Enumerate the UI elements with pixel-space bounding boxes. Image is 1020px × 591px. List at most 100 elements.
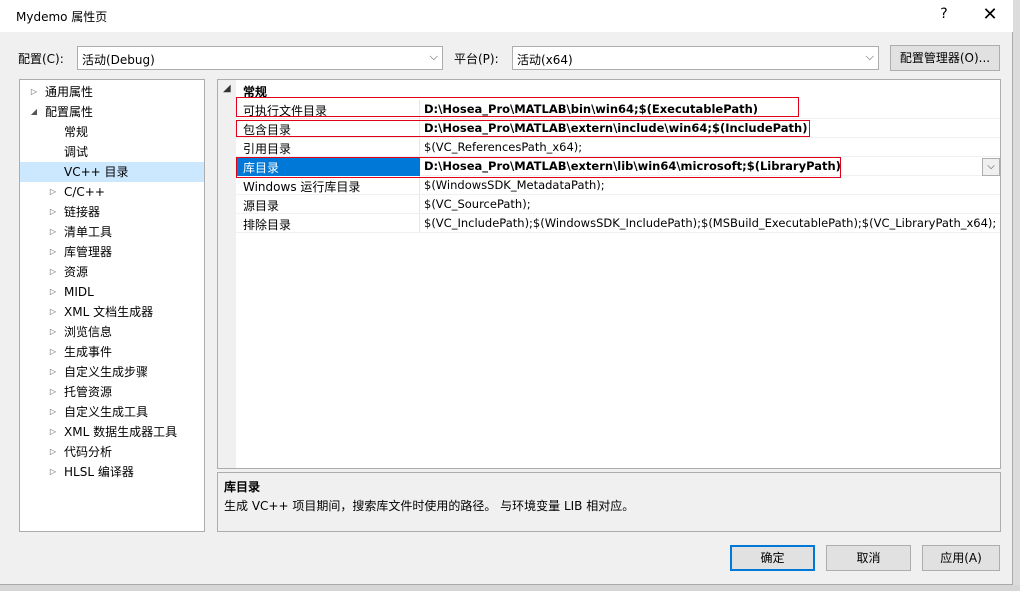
property-row[interactable]: 可执行文件目录 D:\Hosea_Pro\MATLAB\bin\win64;$(E… xyxy=(236,100,1000,119)
property-pages-dialog: Mydemo 属性页 ? ✕ 配置(C): 活动(Debug) ⌵ 平台(P):… xyxy=(0,0,1013,585)
expand-triangle-icon[interactable]: ▷ xyxy=(48,382,58,402)
expand-triangle-icon[interactable]: ▷ xyxy=(48,362,58,382)
property-row[interactable]: 引用目录 $(VC_ReferencesPath_x64); xyxy=(236,138,1000,157)
grid-gutter xyxy=(218,80,236,468)
tree-item[interactable]: ▷ 资源 xyxy=(20,262,204,282)
tree-item-label: 调试 xyxy=(64,145,89,159)
expand-triangle-icon[interactable]: ▷ xyxy=(48,322,58,342)
tree-item-label: HLSL 编译器 xyxy=(64,465,134,479)
tree-item-label: 常规 xyxy=(64,125,89,139)
expand-triangle-icon[interactable]: ▷ xyxy=(48,402,58,422)
tree-item-label: 浏览信息 xyxy=(64,325,113,339)
property-row[interactable]: 源目录 $(VC_SourcePath); xyxy=(236,195,1000,214)
expand-triangle-icon[interactable]: ▷ xyxy=(48,442,58,462)
property-grid: ◢ 常规 可执行文件目录 D:\Hosea_Pro\MATLAB\bin\win6… xyxy=(217,79,1001,469)
platform-combo[interactable]: 活动(x64) ⌵ xyxy=(512,46,879,70)
property-name: 库目录 xyxy=(243,161,280,175)
apply-button[interactable]: 应用(A) xyxy=(922,545,1000,571)
tree-item[interactable]: ▷ 生成事件 xyxy=(20,342,204,362)
property-value[interactable]: $(WindowsSDK_MetadataPath); xyxy=(424,178,605,192)
tree-item[interactable]: ▷ 托管资源 xyxy=(20,382,204,402)
expand-triangle-icon[interactable]: ▷ xyxy=(48,242,58,262)
expand-triangle-icon[interactable]: ▷ xyxy=(29,82,39,102)
property-name: Windows 运行库目录 xyxy=(243,180,361,194)
expand-triangle-icon[interactable]: ▷ xyxy=(48,222,58,242)
property-row[interactable]: 库目录 D:\Hosea_Pro\MATLAB\extern\lib\win64\… xyxy=(236,157,1000,176)
category-row[interactable]: ◢ 常规 xyxy=(218,81,1000,100)
tree-item[interactable]: ▷ 自定义生成工具 xyxy=(20,402,204,422)
tree-item-label: 托管资源 xyxy=(64,385,113,399)
close-button[interactable]: ✕ xyxy=(980,4,1000,26)
property-row[interactable]: 排除目录 $(VC_IncludePath);$(WindowsSDK_Inclu… xyxy=(236,214,1000,233)
property-value[interactable]: $(VC_SourcePath); xyxy=(424,197,531,211)
tree-item[interactable]: ▷ 清单工具 xyxy=(20,222,204,242)
platform-value: 活动(x64) xyxy=(517,53,573,67)
expand-triangle-icon[interactable]: ▷ xyxy=(48,182,58,202)
tree-item[interactable]: VC++ 目录 xyxy=(20,162,204,182)
tree-item[interactable]: ▷ XML 数据生成器工具 xyxy=(20,422,204,442)
expand-triangle-icon[interactable]: ▷ xyxy=(48,202,58,222)
expand-triangle-icon[interactable]: ▷ xyxy=(48,262,58,282)
category-label: 常规 xyxy=(243,85,268,99)
tree-item[interactable]: ▷ 库管理器 xyxy=(20,242,204,262)
tree-item[interactable]: ▷ 通用属性 xyxy=(20,82,204,102)
tree-item-label: XML 数据生成器工具 xyxy=(64,425,178,439)
expand-triangle-icon[interactable]: ▷ xyxy=(48,422,58,442)
property-name: 排除目录 xyxy=(243,218,292,232)
tree-item-label: 生成事件 xyxy=(64,345,113,359)
chevron-down-icon: ⌵ xyxy=(865,50,874,63)
tree-item-label: MIDL xyxy=(64,285,94,299)
expand-triangle-icon[interactable]: ▷ xyxy=(48,282,58,302)
property-row[interactable]: 包含目录 D:\Hosea_Pro\MATLAB\extern\include\w… xyxy=(236,119,1000,138)
tree-item[interactable]: ▷ 链接器 xyxy=(20,202,204,222)
expand-triangle-icon[interactable]: ▷ xyxy=(48,462,58,482)
expand-triangle-icon[interactable]: ▷ xyxy=(48,342,58,362)
expand-triangle-icon[interactable]: ◢ xyxy=(29,102,39,122)
tree-item[interactable]: ▷ MIDL xyxy=(20,282,204,302)
platform-label: 平台(P): xyxy=(454,52,499,66)
tree-item[interactable]: 常规 xyxy=(20,122,204,142)
property-tree: ▷ 通用属性 ◢ 配置属性 常规 调试 VC++ 目录 ▷ C/C++ ▷ 链接器 ▷ 清单工具 ▷ 库管理… xyxy=(19,79,205,532)
property-value[interactable]: $(VC_IncludePath);$(WindowsSDK_IncludePa… xyxy=(424,216,996,230)
dropdown-arrow-button[interactable]: ⌵ xyxy=(982,158,1000,176)
tree-item[interactable]: ▷ 自定义生成步骤 xyxy=(20,362,204,382)
description-text: 生成 VC++ 项目期间，搜索库文件时使用的路径。 与环境变量 LIB 相对应。 xyxy=(224,499,635,513)
tree-item-label: 通用属性 xyxy=(45,85,94,99)
tree-item-label: 链接器 xyxy=(64,205,101,219)
property-value[interactable]: D:\Hosea_Pro\MATLAB\extern\include\win64… xyxy=(424,121,807,135)
property-name: 源目录 xyxy=(243,199,280,213)
tree-item-label: VC++ 目录 xyxy=(64,165,129,179)
description-panel: 库目录 生成 VC++ 项目期间，搜索库文件时使用的路径。 与环境变量 LIB … xyxy=(217,472,1001,532)
property-value[interactable]: D:\Hosea_Pro\MATLAB\bin\win64;$(Executab… xyxy=(424,102,758,116)
help-button[interactable]: ? xyxy=(936,6,952,22)
tree-item-label: 配置属性 xyxy=(45,105,94,119)
property-name: 包含目录 xyxy=(243,123,292,137)
tree-item-label: XML 文档生成器 xyxy=(64,305,154,319)
collapse-triangle-icon[interactable]: ◢ xyxy=(223,83,231,94)
property-value[interactable]: $(VC_ReferencesPath_x64); xyxy=(424,140,582,154)
property-row[interactable]: Windows 运行库目录 $(WindowsSDK_MetadataPath); xyxy=(236,176,1000,195)
tree-item[interactable]: ▷ HLSL 编译器 xyxy=(20,462,204,482)
ok-button[interactable]: 确定 xyxy=(730,545,815,571)
tree-item[interactable]: 调试 xyxy=(20,142,204,162)
configuration-manager-button[interactable]: 配置管理器(O)... xyxy=(890,45,1000,71)
property-name: 可执行文件目录 xyxy=(243,104,328,118)
expand-triangle-icon[interactable]: ▷ xyxy=(48,302,58,322)
configuration-combo[interactable]: 活动(Debug) ⌵ xyxy=(77,46,443,70)
tree-item-label: 自定义生成工具 xyxy=(64,405,149,419)
configuration-label: 配置(C): xyxy=(18,52,64,66)
cancel-button[interactable]: 取消 xyxy=(826,545,911,571)
tree-item-label: 代码分析 xyxy=(64,445,113,459)
tree-item[interactable]: ▷ 代码分析 xyxy=(20,442,204,462)
configuration-value: 活动(Debug) xyxy=(82,53,155,67)
property-value[interactable]: D:\Hosea_Pro\MATLAB\extern\lib\win64\mic… xyxy=(424,159,841,173)
tree-item[interactable]: ▷ C/C++ xyxy=(20,182,204,202)
tree-item-label: 资源 xyxy=(64,265,89,279)
tree-item[interactable]: ◢ 配置属性 xyxy=(20,102,204,122)
tree-item[interactable]: ▷ 浏览信息 xyxy=(20,322,204,342)
chevron-down-icon: ⌵ xyxy=(429,50,438,63)
property-name: 引用目录 xyxy=(243,142,292,156)
tree-item[interactable]: ▷ XML 文档生成器 xyxy=(20,302,204,322)
tree-item-label: 清单工具 xyxy=(64,225,113,239)
background-window-edge xyxy=(1013,0,1020,591)
